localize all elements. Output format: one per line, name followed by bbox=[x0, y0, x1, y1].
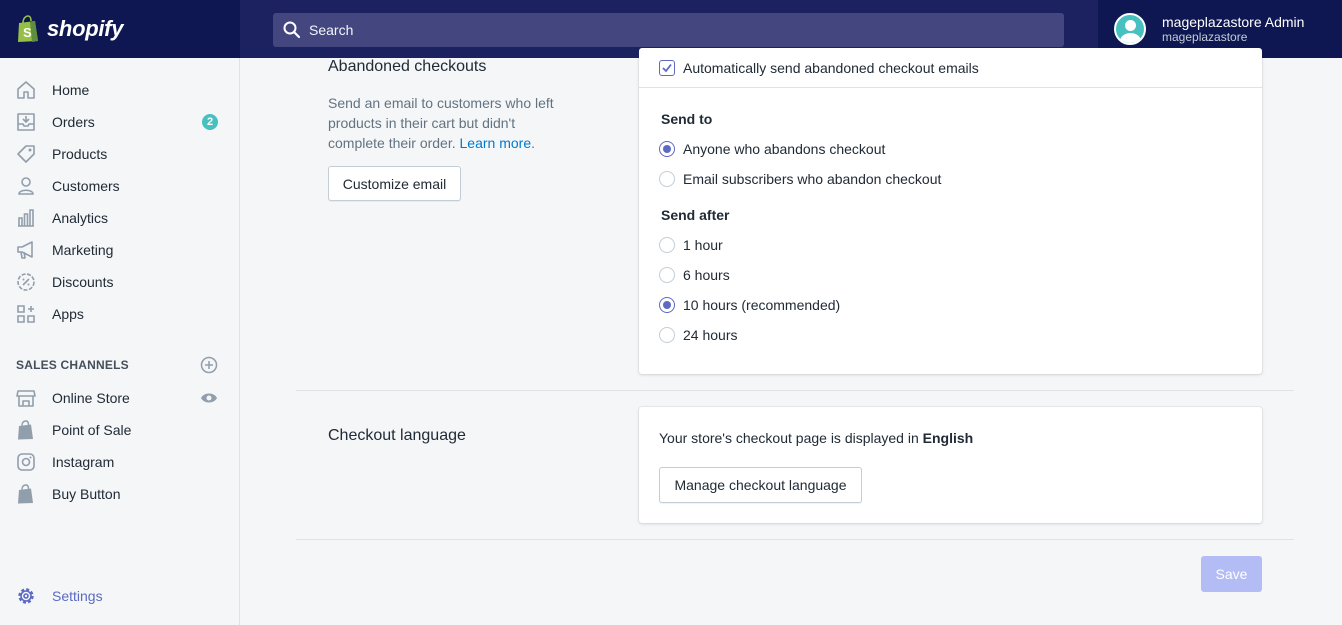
checkout-language-title: Checkout language bbox=[328, 427, 466, 444]
send-after-option-10-hours[interactable]: 10 hours (recommended) bbox=[659, 297, 840, 313]
eye-icon[interactable] bbox=[200, 391, 218, 405]
sidebar-item-orders[interactable]: Orders 2 bbox=[0, 106, 239, 138]
sales-channels-heading: SALES CHANNELS bbox=[16, 358, 129, 372]
sidebar-item-label: Marketing bbox=[52, 242, 114, 258]
send-after-option-6-hours[interactable]: 6 hours bbox=[659, 267, 730, 283]
shopify-bag-icon: S bbox=[18, 15, 38, 42]
instagram-icon bbox=[17, 453, 35, 471]
sidebar-item-marketing[interactable]: Marketing bbox=[0, 234, 239, 266]
sidebar-item-label: Online Store bbox=[52, 390, 130, 406]
sidebar-item-label: Point of Sale bbox=[52, 422, 132, 438]
svg-text:S: S bbox=[23, 25, 32, 40]
radio-selected[interactable] bbox=[659, 297, 675, 313]
brand-name: shopify bbox=[47, 16, 124, 41]
search-placeholder: Search bbox=[309, 22, 354, 38]
sidebar-item-customers[interactable]: Customers bbox=[0, 170, 239, 202]
sidebar-item-settings[interactable]: Settings bbox=[0, 580, 239, 612]
send-after-option-24-hours[interactable]: 24 hours bbox=[659, 327, 737, 343]
sidebar-item-label: Instagram bbox=[52, 454, 115, 470]
add-channel-icon[interactable] bbox=[200, 356, 218, 374]
radio-selected[interactable] bbox=[659, 141, 675, 157]
radio-label: 6 hours bbox=[683, 267, 730, 283]
sidebar-item-label: Settings bbox=[52, 588, 103, 604]
sidebar-item-label: Discounts bbox=[52, 274, 114, 290]
send-after-option-1-hour[interactable]: 1 hour bbox=[659, 237, 723, 253]
user-name: mageplazastore Admin bbox=[1162, 14, 1305, 30]
shopify-logo[interactable]: S shopify bbox=[0, 0, 240, 58]
search-icon bbox=[283, 21, 301, 39]
section-divider bbox=[296, 390, 1294, 391]
checkout-language-text: Your store's checkout page is displayed … bbox=[659, 430, 974, 446]
manage-checkout-language-button[interactable]: Manage checkout language bbox=[659, 467, 862, 503]
radio-label: 10 hours (recommended) bbox=[683, 297, 841, 313]
checkmark-icon bbox=[662, 63, 672, 73]
sidebar-item-analytics[interactable]: Analytics bbox=[0, 202, 239, 234]
orders-icon bbox=[17, 113, 35, 131]
sidebar-item-label: Products bbox=[52, 146, 108, 162]
main-content: Abandoned checkouts Send an email to cus… bbox=[240, 48, 1342, 625]
auto-send-checkbox[interactable]: Automatically send abandoned checkout em… bbox=[659, 60, 979, 76]
send-after-heading: Send after bbox=[661, 207, 730, 223]
checkout-language-card: Your store's checkout page is displayed … bbox=[639, 407, 1262, 523]
sidebar-item-point-of-sale[interactable]: Point of Sale bbox=[0, 414, 239, 446]
sidebar-item-products[interactable]: Products bbox=[0, 138, 239, 170]
orders-count-badge: 2 bbox=[202, 114, 218, 130]
send-to-heading: Send to bbox=[661, 111, 713, 127]
radio-unselected[interactable] bbox=[659, 237, 675, 253]
customize-email-button[interactable]: Customize email bbox=[328, 166, 461, 201]
radio-unselected[interactable] bbox=[659, 267, 675, 283]
apps-icon bbox=[17, 305, 35, 323]
sidebar-item-label: Buy Button bbox=[52, 486, 121, 502]
save-button[interactable]: Save bbox=[1201, 556, 1262, 592]
tag-icon bbox=[17, 145, 35, 163]
radio-label: 1 hour bbox=[683, 237, 723, 253]
sidebar-item-discounts[interactable]: Discounts bbox=[0, 266, 239, 298]
bar-chart-icon bbox=[18, 209, 34, 227]
radio-unselected[interactable] bbox=[659, 327, 675, 343]
abandoned-checkouts-description: Send an email to customers who left prod… bbox=[328, 95, 554, 151]
store-icon bbox=[16, 390, 36, 407]
sidebar-item-buy-button[interactable]: Buy Button bbox=[0, 478, 239, 510]
megaphone-icon bbox=[17, 241, 33, 259]
avatar bbox=[1114, 13, 1146, 45]
checkout-language-name: English bbox=[922, 430, 974, 446]
person-icon bbox=[18, 177, 34, 195]
auto-send-label: Automatically send abandoned checkout em… bbox=[683, 60, 979, 76]
sidebar-item-label: Analytics bbox=[52, 210, 109, 226]
radio-label: Email subscribers who abandon checkout bbox=[683, 171, 942, 187]
shopify-bag-icon bbox=[18, 420, 33, 440]
learn-more-link[interactable]: Learn more bbox=[460, 135, 532, 151]
sidebar-item-label: Apps bbox=[52, 306, 84, 322]
sidebar-item-instagram[interactable]: Instagram bbox=[0, 446, 239, 478]
sidebar-item-home[interactable]: Home bbox=[0, 74, 239, 106]
sidebar-item-label: Home bbox=[52, 82, 90, 98]
radio-label: 24 hours bbox=[683, 327, 738, 343]
radio-label: Anyone who abandons checkout bbox=[683, 141, 886, 157]
home-icon bbox=[17, 81, 35, 99]
sidebar-item-online-store[interactable]: Online Store bbox=[0, 382, 239, 414]
abandoned-checkouts-title: Abandoned checkouts bbox=[328, 58, 487, 75]
search-input[interactable]: Search bbox=[273, 13, 1064, 47]
card-divider bbox=[639, 87, 1262, 88]
section-divider bbox=[296, 539, 1294, 540]
sidebar-item-apps[interactable]: Apps bbox=[0, 298, 239, 330]
discount-icon bbox=[17, 273, 35, 291]
radio-unselected[interactable] bbox=[659, 171, 675, 187]
checkbox-checked[interactable] bbox=[659, 60, 675, 76]
sidebar: Home Orders 2 Products Customers Analyti… bbox=[0, 58, 240, 625]
sidebar-item-label: Customers bbox=[52, 178, 120, 194]
user-store: mageplazastore bbox=[1162, 30, 1248, 44]
send-to-option-anyone[interactable]: Anyone who abandons checkout bbox=[659, 141, 885, 157]
shopify-bag-icon bbox=[18, 484, 33, 504]
abandoned-checkouts-card: Automatically send abandoned checkout em… bbox=[639, 48, 1262, 374]
send-to-option-subscribers[interactable]: Email subscribers who abandon checkout bbox=[659, 171, 941, 187]
sidebar-item-label: Orders bbox=[52, 114, 95, 130]
gear-icon bbox=[18, 588, 34, 604]
